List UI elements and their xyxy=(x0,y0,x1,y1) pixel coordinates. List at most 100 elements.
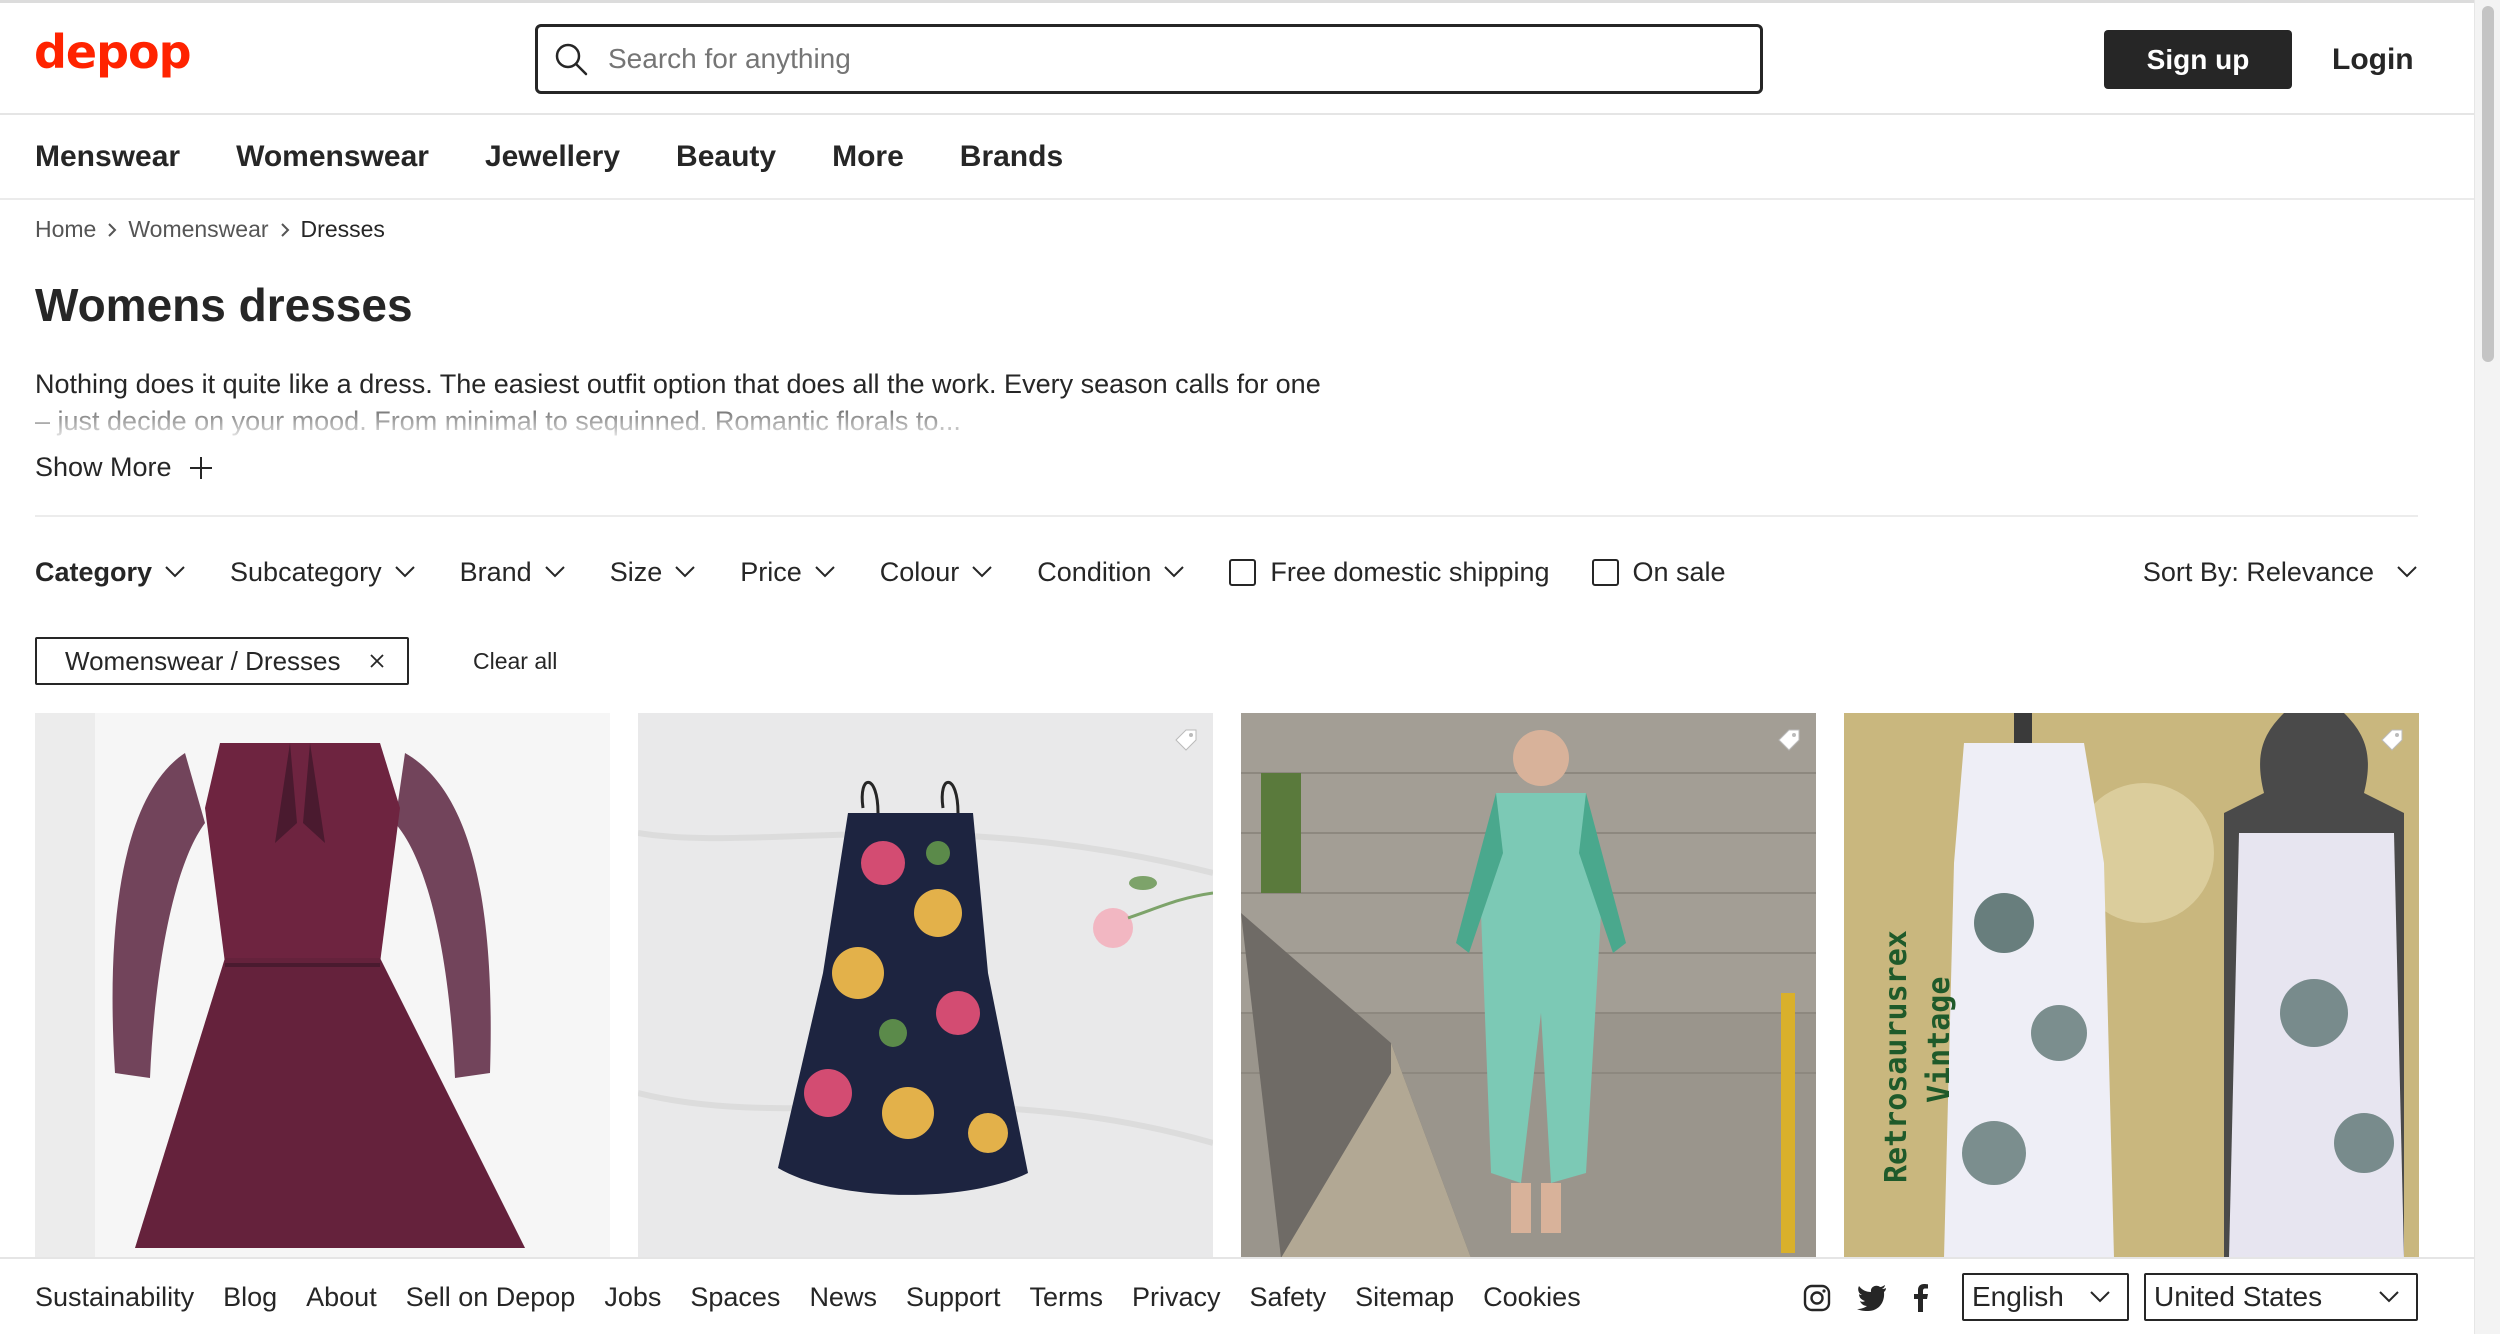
filter-category[interactable]: Category xyxy=(35,557,186,588)
page-scrollbar[interactable] xyxy=(2474,0,2500,1334)
product-card[interactable]: Retrosaurusrex Vintage xyxy=(1844,713,2419,1258)
footer-link-privacy[interactable]: Privacy xyxy=(1132,1282,1221,1313)
watermark-text: Retrosaurusrex xyxy=(1879,930,1914,1183)
nav-item-beauty[interactable]: Beauty xyxy=(676,140,776,174)
site-footer: Sustainability Blog About Sell on Depop … xyxy=(0,1257,2474,1334)
watermark-text: Vintage xyxy=(1922,977,1957,1103)
country-value: United States xyxy=(2154,1281,2323,1312)
breadcrumb: Home Womenswear Dresses xyxy=(35,216,385,243)
section-divider xyxy=(35,515,2418,517)
breadcrumb-womenswear[interactable]: Womenswear xyxy=(128,216,268,243)
nav-item-jewellery[interactable]: Jewellery xyxy=(485,140,620,174)
price-tag-icon xyxy=(2381,729,2403,751)
filter-colour[interactable]: Colour xyxy=(880,557,994,588)
site-header: depop Sign up Login xyxy=(0,3,2474,115)
search-input[interactable] xyxy=(608,43,1708,75)
chevron-down-icon xyxy=(972,566,993,578)
footer-link-terms[interactable]: Terms xyxy=(1030,1282,1104,1313)
price-tag-icon xyxy=(1175,729,1197,751)
filter-size-label: Size xyxy=(609,556,663,587)
sort-dropdown[interactable]: Sort By: Relevance xyxy=(2143,552,2418,592)
product-image xyxy=(1241,713,1816,1258)
social-links xyxy=(1803,1259,1955,1334)
product-card[interactable] xyxy=(638,713,1213,1258)
product-grid: Retrosaurusrex Vintage xyxy=(35,713,2419,1258)
chevron-down-icon xyxy=(1164,566,1185,578)
filter-colour-label: Colour xyxy=(879,556,960,587)
country-select[interactable]: United States xyxy=(2144,1273,2418,1321)
chevron-down-icon xyxy=(2379,1291,2399,1303)
chip-label: Womenswear / Dresses xyxy=(65,645,341,676)
instagram-icon[interactable] xyxy=(1803,1284,1831,1312)
footer-link-jobs[interactable]: Jobs xyxy=(604,1282,661,1313)
show-more-button[interactable]: Show More xyxy=(35,452,214,483)
on-sale-label: On sale xyxy=(1632,556,1726,587)
clear-all-button[interactable]: Clear all xyxy=(473,648,557,675)
show-more-label: Show More xyxy=(35,452,172,482)
language-select[interactable]: English xyxy=(1962,1273,2129,1321)
close-icon[interactable] xyxy=(369,653,385,669)
language-value: English xyxy=(1972,1281,2064,1312)
chevron-down-icon xyxy=(2397,566,2417,578)
chevron-down-icon xyxy=(544,566,565,578)
breadcrumb-home[interactable]: Home xyxy=(35,216,96,243)
page-title: Womens dresses xyxy=(35,279,413,331)
footer-link-about[interactable]: About xyxy=(306,1282,377,1313)
filter-category-label: Category xyxy=(35,556,153,587)
login-button[interactable]: Login xyxy=(2316,30,2430,89)
filter-condition-label: Condition xyxy=(1037,556,1152,587)
product-image xyxy=(638,713,1213,1258)
category-nav: Menswear Womenswear Jewellery Beauty Mor… xyxy=(0,115,2474,200)
footer-link-sustainability[interactable]: Sustainability xyxy=(35,1282,194,1313)
free-shipping-checkbox[interactable]: Free domestic shipping xyxy=(1229,556,1550,588)
footer-link-spaces[interactable]: Spaces xyxy=(690,1282,780,1313)
chevron-right-icon xyxy=(106,222,118,238)
nav-item-more[interactable]: More xyxy=(832,140,904,174)
footer-links: Sustainability Blog About Sell on Depop … xyxy=(35,1259,1610,1334)
checkbox-box[interactable] xyxy=(1591,558,1619,586)
search-icon xyxy=(555,43,588,76)
twitter-icon[interactable] xyxy=(1857,1284,1887,1311)
chevron-down-icon xyxy=(2090,1291,2110,1303)
price-tag-icon xyxy=(1778,729,1800,751)
chevron-down-icon xyxy=(165,566,185,578)
breadcrumb-dresses: Dresses xyxy=(300,216,385,242)
search-bar[interactable] xyxy=(535,24,1763,94)
scrollbar-thumb[interactable] xyxy=(2482,6,2494,362)
product-card[interactable] xyxy=(35,713,610,1258)
chevron-down-icon xyxy=(675,566,695,578)
filter-condition[interactable]: Condition xyxy=(1037,557,1185,588)
sort-label: Sort By: Relevance xyxy=(2142,556,2374,587)
filter-brand-label: Brand xyxy=(459,556,532,587)
filter-brand[interactable]: Brand xyxy=(460,557,566,588)
chevron-right-icon xyxy=(279,222,291,238)
sign-up-button[interactable]: Sign up xyxy=(2104,30,2292,89)
footer-link-blog[interactable]: Blog xyxy=(223,1282,277,1313)
product-image: Retrosaurusrex Vintage xyxy=(1844,713,2419,1258)
depop-logo[interactable]: depop xyxy=(34,25,192,79)
footer-link-cookies[interactable]: Cookies xyxy=(1483,1282,1581,1313)
chevron-down-icon xyxy=(815,566,835,578)
footer-link-sitemap[interactable]: Sitemap xyxy=(1355,1282,1454,1313)
description-fade xyxy=(35,402,1335,438)
product-image xyxy=(35,713,610,1258)
footer-link-news[interactable]: News xyxy=(809,1282,877,1313)
filter-subcategory[interactable]: Subcategory xyxy=(230,557,416,588)
nav-item-womenswear[interactable]: Womenswear xyxy=(236,140,429,174)
footer-link-sell-on-depop[interactable]: Sell on Depop xyxy=(406,1282,576,1313)
chevron-down-icon xyxy=(394,566,415,578)
checkbox-box[interactable] xyxy=(1229,558,1257,586)
on-sale-checkbox[interactable]: On sale xyxy=(1591,556,1726,588)
filter-size[interactable]: Size xyxy=(610,557,697,588)
facebook-icon[interactable] xyxy=(1913,1283,1929,1312)
filter-price[interactable]: Price xyxy=(740,557,836,588)
nav-item-brands[interactable]: Brands xyxy=(960,140,1063,174)
free-shipping-label: Free domestic shipping xyxy=(1270,556,1550,587)
plus-icon xyxy=(189,456,212,479)
footer-link-support[interactable]: Support xyxy=(906,1282,1001,1313)
footer-link-safety[interactable]: Safety xyxy=(1250,1282,1327,1313)
active-filter-chip[interactable]: Womenswear / Dresses xyxy=(35,637,409,685)
product-card[interactable] xyxy=(1241,713,1816,1258)
filter-bar: Category Subcategory Brand Size Price Co… xyxy=(35,552,1768,592)
nav-item-menswear[interactable]: Menswear xyxy=(35,140,180,174)
